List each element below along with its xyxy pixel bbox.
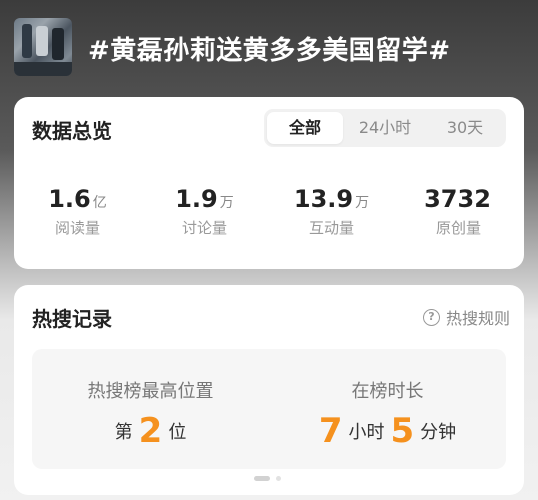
stats-row: 1.6 亿 阅读量 1.9 万 讨论量 13.9 万 互动量 3732 原创量: [14, 185, 524, 245]
stat-label: 讨论量: [181, 219, 227, 237]
time-range-tabs: 全部 24小时 30天: [264, 109, 506, 147]
stat-value: 3732: [424, 185, 491, 213]
peak-value: 2: [138, 411, 163, 451]
thumbnail-ground: [14, 62, 72, 76]
overview-card: 数据总览 全部 24小时 30天 1.6 亿 阅读量 1.9 万 讨论量 13.9 万…: [14, 97, 524, 269]
peak-prefix: 第: [114, 422, 133, 443]
topic-header: #黄磊孙莉送黄多多美国留学#: [0, 0, 538, 92]
duration-value-row: 7 小时 5 分钟: [269, 411, 506, 451]
duration-minutes-unit: 分钟: [420, 422, 457, 443]
rules-label: 热搜规则: [445, 309, 510, 328]
page-indicator-active: [254, 476, 270, 481]
stat-unit: 亿: [92, 195, 107, 211]
stat-value: 1.9 万: [175, 185, 234, 213]
tab-30d[interactable]: 30天: [427, 112, 503, 144]
peak-value-row: 第2位: [32, 411, 269, 451]
stat-read: 1.6 亿 阅读量: [14, 185, 141, 238]
tab-24h[interactable]: 24小时: [346, 112, 424, 144]
tab-all[interactable]: 全部: [267, 112, 343, 144]
page-indicator: [254, 476, 294, 482]
thumbnail-figure: [36, 26, 48, 56]
topic-title: #黄磊孙莉送黄多多美国留学#: [88, 36, 451, 66]
stat-value: 1.6 亿: [48, 185, 107, 213]
stat-value: 13.9 万: [293, 185, 370, 213]
stat-label: 阅读量: [54, 219, 100, 237]
peak-suffix: 位: [168, 422, 187, 443]
stat-original: 3732 原创量: [395, 185, 522, 238]
stat-label: 互动量: [308, 219, 354, 237]
hot-search-rules-link[interactable]: ? 热搜规则: [422, 305, 510, 329]
thumbnail-figure: [22, 24, 32, 58]
stat-discussion: 1.9 万 讨论量: [141, 185, 268, 238]
duration-title: 在榜时长: [351, 381, 424, 402]
hot-search-title: 热搜记录: [32, 307, 112, 331]
page-indicator-dot: [276, 476, 281, 481]
hot-search-summary: 热搜榜最高位置 第2位 在榜时长 7 小时 5 分钟: [32, 349, 506, 469]
topic-thumbnail[interactable]: [14, 18, 72, 76]
stat-unit: 万: [355, 195, 370, 211]
duration-hours: 7: [318, 411, 343, 451]
duration-hours-unit: 小时: [348, 422, 385, 443]
question-circle-icon: ?: [422, 308, 440, 326]
stat-unit: 万: [219, 195, 234, 211]
overview-title: 数据总览: [32, 119, 112, 143]
thumbnail-figure: [52, 28, 64, 60]
stat-interaction: 13.9 万 互动量: [268, 185, 395, 238]
duration-minutes: 5: [390, 411, 415, 451]
peak-title: 热搜榜最高位置: [87, 381, 214, 402]
hot-search-card: 热搜记录 ? 热搜规则 热搜榜最高位置 第2位 在榜时长 7 小时 5 分钟: [14, 285, 524, 495]
stat-label: 原创量: [435, 219, 481, 237]
